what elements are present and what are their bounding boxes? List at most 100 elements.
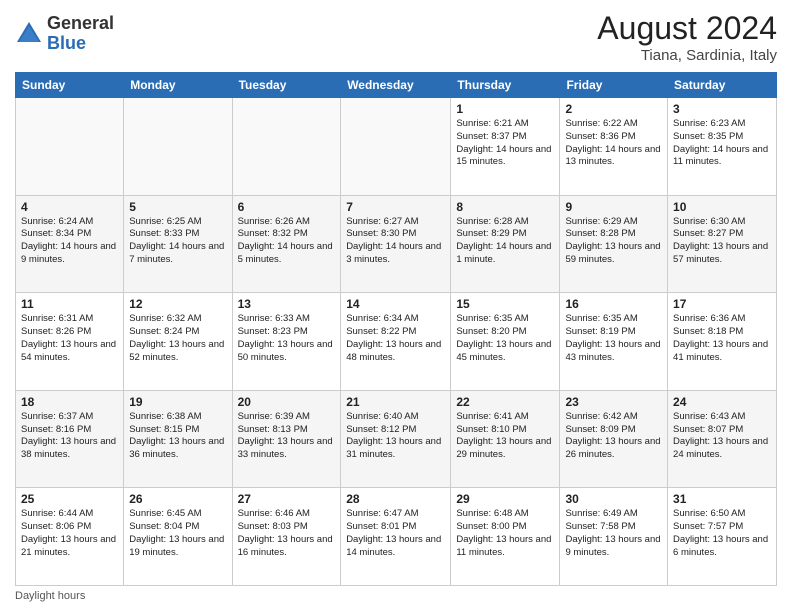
day-cell: 22 Sunrise: 6:41 AM Sunset: 8:10 PM Dayli…: [451, 390, 560, 488]
day-cell: 6 Sunrise: 6:26 AM Sunset: 8:32 PM Daylig…: [232, 195, 341, 293]
day-cell: 27 Sunrise: 6:46 AM Sunset: 8:03 PM Dayli…: [232, 488, 341, 586]
day-number: 28: [346, 492, 445, 506]
day-cell: 2Sunrise: 6:22 AM Sunset: 8:36 PM Daylig…: [560, 98, 668, 196]
day-number: 22: [456, 395, 554, 409]
day-number: 20: [238, 395, 336, 409]
day-info: Sunrise: 6:39 AM Sunset: 8:13 PM Dayligh…: [238, 411, 336, 462]
day-info: Sunrise: 6:36 AM Sunset: 8:18 PM Dayligh…: [673, 313, 771, 364]
day-number: 18: [21, 395, 118, 409]
day-number: 8: [456, 200, 554, 214]
day-cell: 21 Sunrise: 6:40 AM Sunset: 8:12 PM Dayli…: [341, 390, 451, 488]
day-number: 23: [565, 395, 662, 409]
day-number: 12: [129, 297, 226, 311]
day-number: 21: [346, 395, 445, 409]
day-number: 24: [673, 395, 771, 409]
day-number: 1: [456, 102, 554, 116]
day-info: Sunrise: 6:37 AM Sunset: 8:16 PM Dayligh…: [21, 411, 118, 462]
day-cell: 10 Sunrise: 6:30 AM Sunset: 8:27 PM Dayli…: [668, 195, 777, 293]
footer-text: Daylight hours: [15, 590, 85, 602]
week-row-3: 11Sunrise: 6:31 AM Sunset: 8:26 PM Dayli…: [16, 293, 777, 391]
day-cell: 1 Sunrise: 6:21 AM Sunset: 8:37 PM Daylig…: [451, 98, 560, 196]
day-number: 31: [673, 492, 771, 506]
day-cell: 7 Sunrise: 6:27 AM Sunset: 8:30 PM Daylig…: [341, 195, 451, 293]
day-cell: 24 Sunrise: 6:43 AM Sunset: 8:07 PM Dayli…: [668, 390, 777, 488]
col-wednesday: Wednesday: [341, 73, 451, 98]
week-row-4: 18 Sunrise: 6:37 AM Sunset: 8:16 PM Dayli…: [16, 390, 777, 488]
logo-text: General Blue: [47, 14, 114, 54]
day-cell: 28 Sunrise: 6:47 AM Sunset: 8:01 PM Dayli…: [341, 488, 451, 586]
day-cell: 16 Sunrise: 6:35 AM Sunset: 8:19 PM Dayli…: [560, 293, 668, 391]
day-cell: 18 Sunrise: 6:37 AM Sunset: 8:16 PM Dayli…: [16, 390, 124, 488]
day-number: 25: [21, 492, 118, 506]
day-number: 27: [238, 492, 336, 506]
day-info: Sunrise: 6:42 AM Sunset: 8:09 PM Dayligh…: [565, 411, 662, 462]
logo-blue: Blue: [47, 34, 114, 54]
day-info: Sunrise: 6:46 AM Sunset: 8:03 PM Dayligh…: [238, 508, 336, 559]
day-info: Sunrise: 6:26 AM Sunset: 8:32 PM Dayligh…: [238, 216, 336, 267]
day-info: Sunrise: 6:40 AM Sunset: 8:12 PM Dayligh…: [346, 411, 445, 462]
day-cell: 4Sunrise: 6:24 AM Sunset: 8:34 PM Daylig…: [16, 195, 124, 293]
col-monday: Monday: [124, 73, 232, 98]
day-number: 7: [346, 200, 445, 214]
day-info: Sunrise: 6:33 AM Sunset: 8:23 PM Dayligh…: [238, 313, 336, 364]
col-tuesday: Tuesday: [232, 73, 341, 98]
day-number: 16: [565, 297, 662, 311]
day-cell: [124, 98, 232, 196]
day-cell: 13 Sunrise: 6:33 AM Sunset: 8:23 PM Dayli…: [232, 293, 341, 391]
day-info: Sunrise: 6:32 AM Sunset: 8:24 PM Dayligh…: [129, 313, 226, 364]
week-row-2: 4Sunrise: 6:24 AM Sunset: 8:34 PM Daylig…: [16, 195, 777, 293]
day-cell: [341, 98, 451, 196]
day-number: 5: [129, 200, 226, 214]
day-cell: 14Sunrise: 6:34 AM Sunset: 8:22 PM Dayli…: [341, 293, 451, 391]
logo-general: General: [47, 14, 114, 34]
logo: General Blue: [15, 14, 114, 54]
day-info: Sunrise: 6:50 AM Sunset: 7:57 PM Dayligh…: [673, 508, 771, 559]
day-info: Sunrise: 6:47 AM Sunset: 8:01 PM Dayligh…: [346, 508, 445, 559]
day-info: Sunrise: 6:28 AM Sunset: 8:29 PM Dayligh…: [456, 216, 554, 267]
day-number: 14: [346, 297, 445, 311]
day-info: Sunrise: 6:41 AM Sunset: 8:10 PM Dayligh…: [456, 411, 554, 462]
logo-icon: [15, 20, 43, 48]
title-block: August 2024 Tiana, Sardinia, Italy: [597, 10, 777, 64]
day-cell: 17Sunrise: 6:36 AM Sunset: 8:18 PM Dayli…: [668, 293, 777, 391]
day-info: Sunrise: 6:22 AM Sunset: 8:36 PM Dayligh…: [565, 118, 662, 169]
day-cell: 23 Sunrise: 6:42 AM Sunset: 8:09 PM Dayli…: [560, 390, 668, 488]
day-cell: 26Sunrise: 6:45 AM Sunset: 8:04 PM Dayli…: [124, 488, 232, 586]
location: Tiana, Sardinia, Italy: [597, 47, 777, 64]
day-cell: 9Sunrise: 6:29 AM Sunset: 8:28 PM Daylig…: [560, 195, 668, 293]
col-thursday: Thursday: [451, 73, 560, 98]
day-number: 30: [565, 492, 662, 506]
col-friday: Friday: [560, 73, 668, 98]
day-number: 10: [673, 200, 771, 214]
day-info: Sunrise: 6:27 AM Sunset: 8:30 PM Dayligh…: [346, 216, 445, 267]
day-info: Sunrise: 6:35 AM Sunset: 8:19 PM Dayligh…: [565, 313, 662, 364]
day-info: Sunrise: 6:49 AM Sunset: 7:58 PM Dayligh…: [565, 508, 662, 559]
day-cell: 11Sunrise: 6:31 AM Sunset: 8:26 PM Dayli…: [16, 293, 124, 391]
calendar-table: Sunday Monday Tuesday Wednesday Thursday…: [15, 72, 777, 586]
header-row: Sunday Monday Tuesday Wednesday Thursday…: [16, 73, 777, 98]
day-number: 26: [129, 492, 226, 506]
day-info: Sunrise: 6:21 AM Sunset: 8:37 PM Dayligh…: [456, 118, 554, 169]
day-cell: 30 Sunrise: 6:49 AM Sunset: 7:58 PM Dayli…: [560, 488, 668, 586]
footer-note: Daylight hours: [15, 590, 777, 602]
col-sunday: Sunday: [16, 73, 124, 98]
day-cell: 20 Sunrise: 6:39 AM Sunset: 8:13 PM Dayli…: [232, 390, 341, 488]
day-info: Sunrise: 6:38 AM Sunset: 8:15 PM Dayligh…: [129, 411, 226, 462]
day-number: 13: [238, 297, 336, 311]
day-number: 3: [673, 102, 771, 116]
day-number: 6: [238, 200, 336, 214]
day-cell: 15Sunrise: 6:35 AM Sunset: 8:20 PM Dayli…: [451, 293, 560, 391]
col-saturday: Saturday: [668, 73, 777, 98]
day-info: Sunrise: 6:43 AM Sunset: 8:07 PM Dayligh…: [673, 411, 771, 462]
day-info: Sunrise: 6:24 AM Sunset: 8:34 PM Dayligh…: [21, 216, 118, 267]
day-cell: 8 Sunrise: 6:28 AM Sunset: 8:29 PM Daylig…: [451, 195, 560, 293]
day-info: Sunrise: 6:44 AM Sunset: 8:06 PM Dayligh…: [21, 508, 118, 559]
day-cell: 5Sunrise: 6:25 AM Sunset: 8:33 PM Daylig…: [124, 195, 232, 293]
day-info: Sunrise: 6:23 AM Sunset: 8:35 PM Dayligh…: [673, 118, 771, 169]
day-info: Sunrise: 6:29 AM Sunset: 8:28 PM Dayligh…: [565, 216, 662, 267]
day-number: 19: [129, 395, 226, 409]
day-info: Sunrise: 6:30 AM Sunset: 8:27 PM Dayligh…: [673, 216, 771, 267]
month-year: August 2024: [597, 10, 777, 47]
day-info: Sunrise: 6:31 AM Sunset: 8:26 PM Dayligh…: [21, 313, 118, 364]
day-cell: 12 Sunrise: 6:32 AM Sunset: 8:24 PM Dayli…: [124, 293, 232, 391]
